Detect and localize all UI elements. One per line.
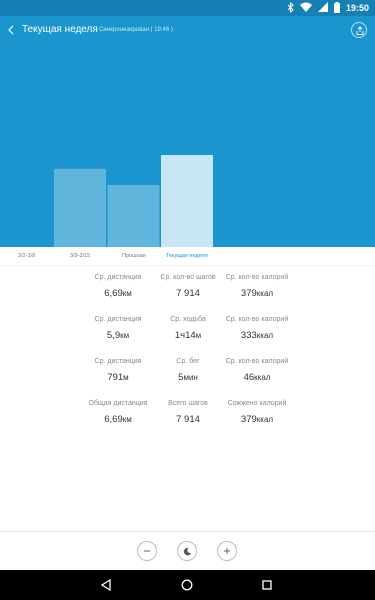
bottom-controls — [0, 532, 375, 570]
top-bar: Текущая неделя Синхронизирован ( 19:46 ) — [0, 16, 375, 44]
stat-label: Ср. дистанция — [94, 358, 142, 365]
plus-icon[interactable] — [217, 541, 237, 561]
stat-value: 46ккал — [243, 372, 271, 383]
navigation-bar — [0, 570, 375, 600]
stat-label: Ср. кол-во калорий — [225, 274, 289, 281]
stat-label: Сожжено калорий — [227, 400, 287, 407]
chart-bar-current[interactable] — [161, 155, 213, 247]
battery-icon — [333, 1, 340, 15]
stat-label: Общая дистанция — [88, 400, 148, 407]
stat-cell: Ср. кол-во калорий 46ккал — [217, 358, 297, 383]
stat-cell: Ср. бег 5мин — [148, 358, 228, 383]
moon-icon[interactable] — [177, 541, 197, 561]
stat-cell: Ср. дистанция 5,9км — [78, 316, 158, 341]
stat-label: Ср. кол-во калорий — [225, 358, 289, 365]
stat-value: 791м — [107, 372, 129, 383]
stat-value: 6,69км — [104, 414, 132, 425]
stat-value: 5мин — [178, 372, 198, 383]
chart-bar[interactable] — [107, 184, 160, 247]
stat-cell: Ср. кол-во шагов 7 914 — [148, 274, 228, 299]
stat-label: Ср. дистанция — [94, 316, 142, 323]
stat-label: Ср. дистанция — [94, 274, 142, 281]
stat-value: 333ккал — [240, 330, 274, 341]
week-label-active[interactable]: Текущая неделя — [166, 253, 208, 259]
stat-label: Ср. кол-во калорий — [225, 316, 289, 323]
sync-status: Синхронизирован ( 19:46 ) — [99, 27, 173, 33]
stat-cell: Ср. дистанция 6,69км — [78, 274, 158, 299]
stat-value: 6,69км — [104, 288, 132, 299]
stat-cell: Ср. кол-во калорий 333ккал — [217, 316, 297, 341]
chart-svg — [54, 155, 213, 247]
week-label[interactable]: 3/9-3/15 — [70, 253, 90, 259]
wifi-icon — [299, 2, 312, 14]
status-time: 19:50 — [345, 3, 369, 13]
page-title: Текущая неделя — [22, 24, 98, 35]
week-label[interactable]: Прошлая — [122, 253, 146, 259]
stat-label: Ср. кол-во шагов — [160, 274, 216, 281]
stat-cell: Ср. ходьба 1ч14м — [148, 316, 228, 341]
back-arrow-icon[interactable] — [6, 23, 18, 37]
cellular-icon — [317, 2, 328, 14]
stat-label: Всего шагов — [168, 400, 208, 407]
week-label[interactable]: 3/2-3/8 — [18, 253, 35, 259]
week-selector: 3/2-3/8 3/9-3/15 Прошлая Текущая неделя — [0, 247, 375, 266]
stat-label: Ср. бег — [176, 358, 200, 365]
stat-label: Ср. ходьба — [170, 316, 206, 323]
stat-value: 1ч14м — [174, 330, 202, 341]
stat-cell: Ср. кол-во калорий 379ккал — [217, 274, 297, 299]
back-triangle-icon[interactable] — [98, 577, 114, 593]
chart-bar[interactable] — [54, 168, 106, 247]
stat-cell: Всего шагов 7 914 — [148, 400, 228, 425]
weekly-bar-chart — [0, 44, 375, 247]
stat-cell: Ср. дистанция 791м — [78, 358, 158, 383]
stat-cell: Общая дистанция 6,69км — [78, 400, 158, 425]
minus-icon[interactable] — [137, 541, 157, 561]
stat-value: 7 914 — [176, 288, 200, 299]
stat-value: 5,9км — [106, 330, 130, 341]
share-icon[interactable] — [351, 22, 367, 38]
stat-value: 7 914 — [176, 414, 200, 425]
recents-square-icon[interactable] — [259, 577, 275, 593]
stat-value: 379ккал — [240, 414, 274, 425]
bluetooth-icon — [287, 1, 294, 15]
stat-value: 379ккал — [240, 288, 274, 299]
status-bar: 19:50 — [0, 0, 375, 16]
home-circle-icon[interactable] — [179, 577, 195, 593]
stat-cell: Сожжено калорий 379ккал — [217, 400, 297, 425]
status-icons: 19:50 — [287, 1, 369, 15]
